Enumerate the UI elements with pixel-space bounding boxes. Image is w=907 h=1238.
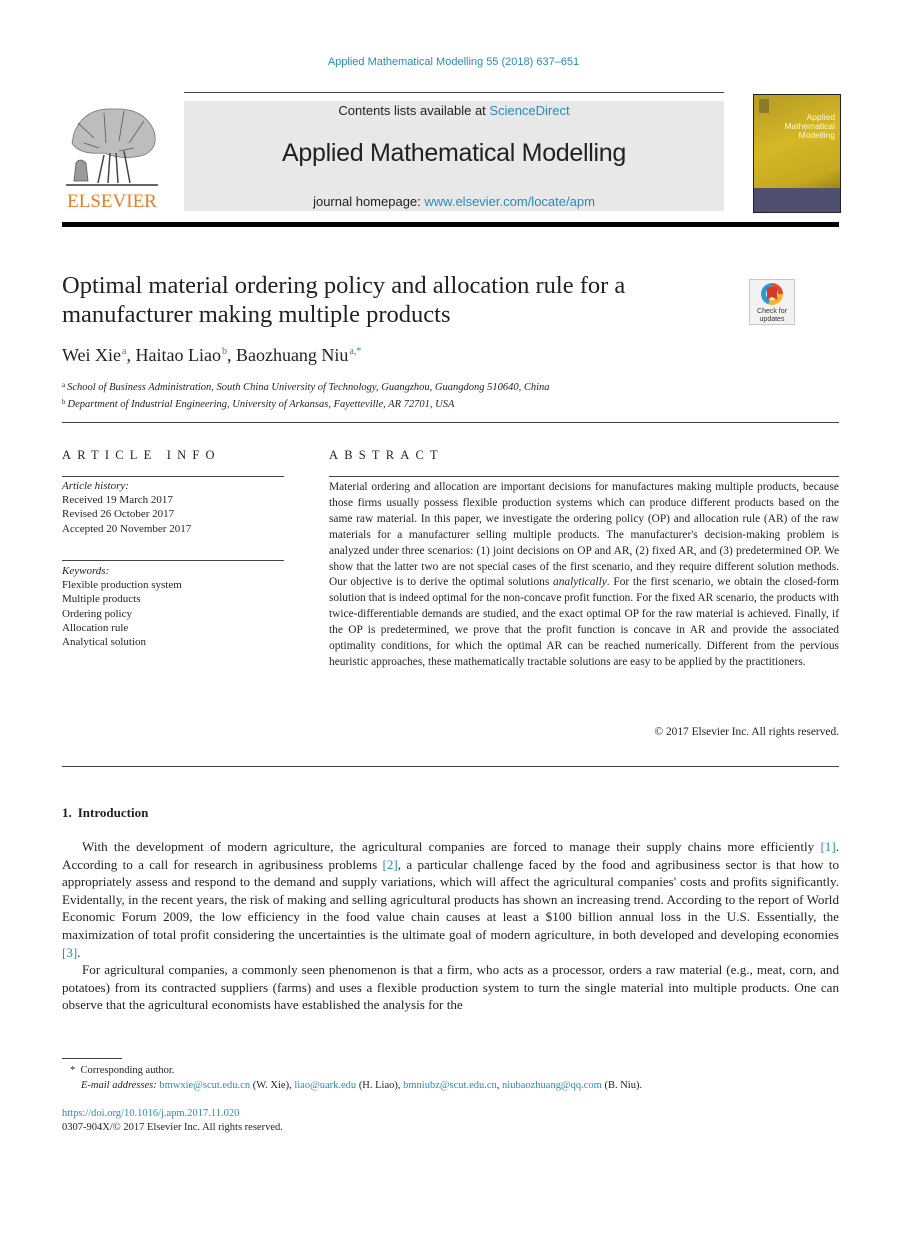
email-owner: (B. Niu). [601,1080,643,1091]
email-owner: (H. Liao), [356,1080,404,1091]
affiliation-mark: b [62,398,66,406]
paragraph-text: . [77,944,81,960]
abstract-text-part: . For the first scenario, we obtain the … [329,576,839,668]
email-label: E-mail addresses: [81,1080,157,1091]
doi-link[interactable]: https://doi.org/10.1016/j.apm.2017.11.02… [62,1108,239,1119]
author-affil-mark[interactable]: a [122,346,126,357]
section-title: Introduction [77,805,149,820]
homepage-line: journal homepage: www.elsevier.com/locat… [184,194,724,209]
article-title: Optimal material ordering policy and all… [62,272,626,328]
author-affil-mark[interactable]: a,* [349,346,361,357]
affiliation: b Department of Industrial Engineering, U… [62,395,550,412]
reference-link[interactable]: [3] [62,945,77,960]
crossmark-line: Check for [757,308,787,315]
header-thick-rule [62,222,839,227]
keyword-item: Ordering policy [62,607,132,620]
article-info-rule [62,476,284,477]
abstract-text-part: Material ordering and allocation are imp… [329,481,839,589]
sciencedirect-link[interactable]: ScienceDirect [489,103,569,118]
introduction-body: With the development of modern agricultu… [62,838,839,1014]
history-item: Accepted 20 November 2017 [62,522,192,535]
paragraph: With the development of modern agricultu… [62,838,839,961]
affiliations: a School of Business Administration, Sout… [62,378,550,412]
article-info-heading: ARTICLE INFO [62,448,221,462]
cover-band [754,188,840,212]
front-matter-divider [62,766,839,767]
email-link[interactable]: bmwxie@scut.edu.cn [159,1080,250,1091]
paragraph: For agricultural companies, a commonly s… [62,962,839,1013]
affiliation-text: School of Business Administration, South… [67,382,550,393]
header-divider [184,92,724,93]
section-heading-introduction: 1. Introduction [62,805,154,821]
keyword-item: Analytical solution [62,636,147,649]
footnote-rule [62,1058,122,1059]
footnote-text: Corresponding author. [80,1065,175,1076]
abstract-copyright: © 2017 Elsevier Inc. All rights reserved… [654,726,839,738]
journal-masthead: Contents lists available at ScienceDirec… [184,101,724,211]
cover-emblem-icon [759,99,769,113]
email-owner: (W. Xie), [250,1080,295,1091]
email-addresses: E-mail addresses: bmwxie@scut.edu.cn (W.… [62,1079,642,1093]
author-affil-mark[interactable]: b [222,346,227,357]
issn-copyright: 0307-904X/© 2017 Elsevier Inc. All right… [62,1122,283,1133]
keywords: Keywords: Flexible production system Mul… [62,564,182,649]
section-divider [62,422,839,423]
crossmark-label: Check for updates [750,308,794,323]
paragraph-text: With the development of modern agricultu… [82,839,821,854]
author-name[interactable]: Wei Xie [62,345,121,365]
email-link[interactable]: liao@uark.edu [294,1080,356,1091]
keyword-item: Allocation rule [62,621,129,634]
keyword-item: Flexible production system [62,579,182,592]
history-item: Revised 26 October 2017 [62,508,175,521]
author-name[interactable]: Haitao Liao [135,345,220,365]
author-list: Wei Xiea, Haitao Liaob, Baozhuang Niua,* [62,345,362,365]
check-for-updates-button[interactable]: Check for updates [749,279,795,325]
abstract-rule [329,476,839,477]
affiliation: a School of Business Administration, Sout… [62,378,550,395]
history-item: Received 19 March 2017 [62,494,173,507]
corresponding-author-note: * Corresponding author. [62,1064,174,1078]
article-history-label: Article history: [62,480,129,492]
section-number: 1. [62,805,72,820]
contents-prefix: Contents lists available at [338,103,490,118]
journal-homepage-link[interactable]: www.elsevier.com/locate/apm [424,194,595,209]
journal-title[interactable]: Applied Mathematical Modelling [184,139,724,168]
abstract-text: Material ordering and allocation are imp… [329,480,839,671]
email-link[interactable]: bmniubz@scut.edu.cn [403,1080,497,1091]
keyword-item: Multiple products [62,593,141,606]
reference-link[interactable]: [2] [383,857,398,872]
cover-title: Applied Mathematical Modelling [784,113,835,140]
cover-title-line: Modelling [798,130,835,140]
reference-link[interactable]: [1] [820,839,835,854]
affiliation-mark: a [62,381,66,389]
affiliation-text: Department of Industrial Engineering, Un… [67,399,455,410]
crossmark-line: updates [759,315,785,323]
keywords-label: Keywords: [62,565,110,577]
contents-line: Contents lists available at ScienceDirec… [184,103,724,118]
elsevier-logo[interactable]: ELSEVIER [62,103,162,213]
keywords-rule [62,560,284,561]
footnote-mark: * [70,1065,76,1076]
author-name[interactable]: Baozhuang Niu [236,345,348,365]
email-link[interactable]: niubaozhuang@qq.com [502,1080,602,1091]
abstract-emphasis: analytically [553,576,607,589]
article-history: Article history: Received 19 March 2017 … [62,479,191,536]
journal-cover-image[interactable]: Applied Mathematical Modelling [753,94,841,213]
elsevier-tree-icon [66,108,158,186]
journal-citation-link[interactable]: Applied Mathematical Modelling 55 (2018)… [0,56,907,68]
homepage-prefix: journal homepage: [313,194,425,209]
elsevier-wordmark: ELSEVIER [67,191,157,212]
abstract-heading: ABSTRACT [329,448,444,462]
